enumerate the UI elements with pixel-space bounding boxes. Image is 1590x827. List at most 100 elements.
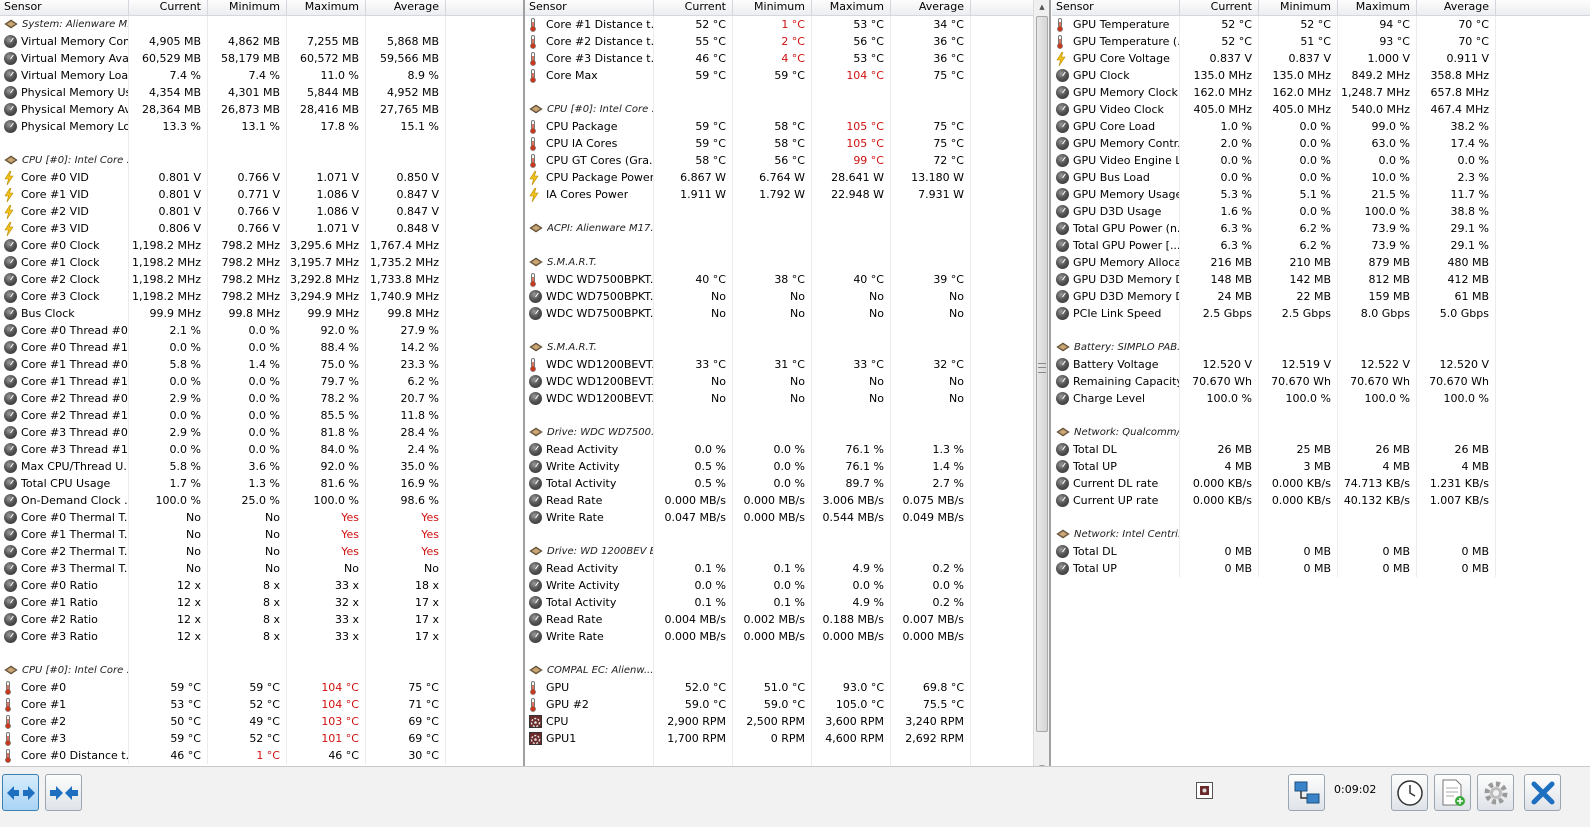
sensor-row[interactable]: Core #3 Clock 1,198.2 MHz 798.2 MHz 3,294.9…	[0, 288, 524, 305]
expand-columns-button[interactable]	[2, 774, 39, 811]
sensor-row[interactable]: Core #1 Thread #0... 5.8 % 1.4 % 75.0 % 23.3…	[0, 356, 524, 373]
sensor-row[interactable]: GPU Memory Clock 162.0 MHz 162.0 MHz 1,248.…	[1052, 84, 1590, 101]
sensor-row[interactable]: Core #2 50 °C 49 °C 103 °C 69 °C	[0, 713, 524, 730]
sensor-row[interactable]: Core #2 Thread #0... 2.9 % 0.0 % 78.2 % 20.7…	[0, 390, 524, 407]
sensor-row[interactable]: Core #0 Thermal T... No No Yes Yes	[0, 509, 524, 526]
sensor-row[interactable]: Charge Level 100.0 % 100.0 % 100.0 % 100.0 %	[1052, 390, 1590, 407]
sensor-row[interactable]: Current UP rate 0.000 KB/s 0.000 KB/s 40.13…	[1052, 492, 1590, 509]
sensor-row[interactable]: Core #2 VID 0.801 V 0.766 V 1.086 V 0.847 V	[0, 203, 524, 220]
sensor-group-header[interactable]: Network: Intel Centri...	[1052, 526, 1590, 543]
sensor-row[interactable]: Core #2 Ratio 12 x8 x 33 x 17 x	[0, 611, 524, 628]
sensor-row[interactable]: Total Activity 0.5 % 0.0 % 89.7 % 2.7 %	[525, 475, 1033, 492]
column-header-current[interactable]: Current	[129, 0, 208, 15]
sensor-row[interactable]: Write Rate 0.047 MB/s 0.000 MB/s 0.544 MB/s…	[525, 509, 1033, 526]
sensor-row[interactable]: Core #0 59 °C 59 °C 104 °C 75 °C	[0, 679, 524, 696]
column-header-average[interactable]: Average	[366, 0, 446, 15]
sensor-row[interactable]: Write Rate 0.000 MB/s 0.000 MB/s 0.000 MB/s…	[525, 628, 1033, 645]
sensor-row[interactable]: Core #3 Distance t... 46 °C 4 °C 53 °C 36 °C	[525, 50, 1033, 67]
sensor-row[interactable]: Read Rate 0.004 MB/s 0.002 MB/s 0.188 MB/s 0…	[525, 611, 1033, 628]
sensor-row[interactable]: Core #0 Thread #1... 0.0 % 0.0 % 88.4 % 14.2…	[0, 339, 524, 356]
network-button[interactable]	[1288, 774, 1325, 811]
sensor-row[interactable]: Total Activity 0.1 % 0.1 % 4.9 % 0.2 %	[525, 594, 1033, 611]
sensor-row[interactable]: On-Demand Clock ... 100.0 % 25.0 % 100.0 % 9…	[0, 492, 524, 509]
sensor-row[interactable]: GPU Bus Load 0.0 % 0.0 % 10.0 % 2.3 %	[1052, 169, 1590, 186]
sensor-row[interactable]: Core #1 Ratio 12 x8 x 32 x 17 x	[0, 594, 524, 611]
sensor-row[interactable]: WDC WD1200BEVT... 33 °C 31 °C 33 °C 32 °C	[525, 356, 1033, 373]
sensor-row[interactable]: Core #1 Clock 1,198.2 MHz 798.2 MHz 3,195.7…	[0, 254, 524, 271]
sensor-row[interactable]: Current DL rate 0.000 KB/s 0.000 KB/s 74.71…	[1052, 475, 1590, 492]
scrollbar-thumb[interactable]	[1036, 16, 1048, 732]
sensor-row[interactable]: WDC WD7500BPKT... 40 °C 38 °C 40 °C 39 °C	[525, 271, 1033, 288]
sensor-row[interactable]: Read Rate 0.000 MB/s 0.000 MB/s 3.006 MB/s 0…	[525, 492, 1033, 509]
sensor-group-header[interactable]: Battery: SIMPLO PAB...	[1052, 339, 1590, 356]
vertical-scrollbar[interactable]: ▲ ▼	[1033, 0, 1050, 776]
sensor-row[interactable]: Core #0 Clock 1,198.2 MHz 798.2 MHz 3,295.6…	[0, 237, 524, 254]
add-report-button[interactable]	[1434, 774, 1471, 811]
sensor-group-header[interactable]: S.M.A.R.T.	[525, 339, 1033, 356]
sensor-row[interactable]: Core #3 Ratio 12 x8 x 33 x 17 x	[0, 628, 524, 645]
sensor-row[interactable]: PCIe Link Speed 2.5 Gbps 2.5 Gbps 8.0 Gbps 5…	[1052, 305, 1590, 322]
column-header-minimum[interactable]: Minimum	[1259, 0, 1338, 15]
sensor-row[interactable]: Core #1 Thread #1... 0.0 % 0.0 % 79.7 % 6.2 …	[0, 373, 524, 390]
sensor-row[interactable]: Remaining Capacity 70.670 Wh 70.670 Wh 70.6…	[1052, 373, 1590, 390]
sensor-row[interactable]: GPU Memory Usage 5.3 % 5.1 % 21.5 % 11.7 %	[1052, 186, 1590, 203]
sensor-row[interactable]: CPU GT Cores (Gra... 58 °C 56 °C 99 °C 72 °C	[525, 152, 1033, 169]
sensor-row[interactable]: GPU1 1,700 RPM 0 RPM 4,600 RPM 2,692 RPM	[525, 730, 1033, 747]
sensor-row[interactable]: CPU Package Power 6.867 W 6.764 W 28.641 W1…	[525, 169, 1033, 186]
sensor-row[interactable]: GPU Memory Contr... 2.0 % 0.0 % 63.0 % 17.4 …	[1052, 135, 1590, 152]
sensor-row[interactable]: Core #2 Thread #1... 0.0 % 0.0 % 85.5 % 11.8…	[0, 407, 524, 424]
sensor-row[interactable]: GPU Video Engine L...0.0 %0.0 %0.0 %0.0 …	[1052, 152, 1590, 169]
sensor-row[interactable]: Core #3 Thermal T... No No No No	[0, 560, 524, 577]
sensor-row[interactable]: Core #1 Thermal T... No No Yes Yes	[0, 526, 524, 543]
sensor-row[interactable]: GPU D3D Usage 1.6 % 0.0 % 100.0 % 38.8 %	[1052, 203, 1590, 220]
sensor-row[interactable]: Virtual Memory Com...4,905 MB4,862 MB7,2…	[0, 33, 524, 50]
sensor-row[interactable]: Physical Memory Load13.3 %13.1 %17.8 %15…	[0, 118, 524, 135]
sensor-row[interactable]: GPU Core Voltage 0.837 V 0.837 V 1.000 V 0.9…	[1052, 50, 1590, 67]
sensor-group-header[interactable]: System: Alienware M...	[0, 16, 524, 33]
clock-button[interactable]	[1391, 774, 1428, 811]
sensor-row[interactable]: Core #3 Thread #1... 0.0 % 0.0 % 84.0 % 2.4 …	[0, 441, 524, 458]
sensor-row[interactable]: Total DL 0 MB 0 MB 0 MB 0 MB	[1052, 543, 1590, 560]
sensor-row[interactable]: Core #1 Distance t... 52 °C 1 °C 53 °C 34 °C	[525, 16, 1033, 33]
sensor-group-header[interactable]: COMPAL EC: Alienw...	[525, 662, 1033, 679]
sensor-row[interactable]: GPU Core Load 1.0 % 0.0 % 99.0 % 38.2 %	[1052, 118, 1590, 135]
sensor-panel-middle[interactable]: Sensor Current Minimum Maximum Average C…	[525, 0, 1033, 776]
sensor-row[interactable]: Bus Clock 99.9 MHz 99.8 MHz 99.9 MHz 99.8 MH…	[0, 305, 524, 322]
sensor-row[interactable]: Virtual Memory Avai...60,529 MB58,179 MB…	[0, 50, 524, 67]
column-header-minimum[interactable]: Minimum	[208, 0, 287, 15]
sensor-row[interactable]: GPU Memory Alloca...216 MB210 MB879 MB48…	[1052, 254, 1590, 271]
column-header-minimum[interactable]: Minimum	[733, 0, 812, 15]
sensor-row[interactable]: Max CPU/Thread U... 5.8 % 3.6 % 92.0 % 35.0 …	[0, 458, 524, 475]
sensor-row[interactable]: Core Max 59 °C 59 °C 104 °C 75 °C	[525, 67, 1033, 84]
sensor-row[interactable]: GPU Temperature 52 °C 52 °C 94 °C 70 °C	[1052, 16, 1590, 33]
sensor-row[interactable]: Core #0 Ratio 12 x8 x 33 x 18 x	[0, 577, 524, 594]
sensor-group-header[interactable]: S.M.A.R.T.	[525, 254, 1033, 271]
sensor-row[interactable]: GPU Clock 135.0 MHz 135.0 MHz 849.2 MHz 358.…	[1052, 67, 1590, 84]
column-header-current[interactable]: Current	[1180, 0, 1259, 15]
column-header-average[interactable]: Average	[1417, 0, 1496, 15]
sensor-row[interactable]: Read Activity 0.0 % 0.0 % 76.1 % 1.3 %	[525, 441, 1033, 458]
sensor-row[interactable]: GPU #2 59.0 °C 59.0 °C 105.0 °C 75.5 °C	[525, 696, 1033, 713]
sensor-row[interactable]: GPU Temperature (... 52 °C 51 °C 93 °C 70 °C	[1052, 33, 1590, 50]
sensor-row[interactable]: Core #0 Distance t... 46 °C 1 °C 46 °C 30 °C	[0, 747, 524, 764]
sensor-row[interactable]: Total UP 4 MB 3 MB 4 MB 4 MB	[1052, 458, 1590, 475]
sensor-group-header[interactable]: ACPI: Alienware M17...	[525, 220, 1033, 237]
sensor-row[interactable]: Core #0 Thread #0... 2.1 % 0.0 % 92.0 % 27.9…	[0, 322, 524, 339]
sensor-row[interactable]: Total GPU Power (n... 6.3 % 6.2 % 73.9 % 29.…	[1052, 220, 1590, 237]
sensor-panel-right[interactable]: Sensor Current Minimum Maximum Average G…	[1052, 0, 1590, 776]
sensor-panel-left[interactable]: Sensor Current Minimum Maximum Average S…	[0, 0, 524, 776]
sensor-row[interactable]: Physical Memory Av...28,364 MB26,873 MB2…	[0, 101, 524, 118]
column-header-sensor[interactable]: Sensor	[1052, 0, 1180, 15]
column-header-average[interactable]: Average	[891, 0, 971, 15]
sensor-row[interactable]: Core #1 VID 0.801 V 0.771 V 1.086 V 0.847 V	[0, 186, 524, 203]
sensor-row[interactable]: IA Cores Power 1.911 W 1.792 W 22.948 W 7.93…	[525, 186, 1033, 203]
sensor-group-header[interactable]: CPU [#0]: Intel Core ...	[0, 152, 524, 169]
sensor-row[interactable]: Core #3 VID 0.806 V 0.766 V 1.071 V 0.848 V	[0, 220, 524, 237]
sensor-row[interactable]: GPU D3D Memory D...148 MB142 MB812 MB412…	[1052, 271, 1590, 288]
sensor-row[interactable]: Core #3 Thread #0... 2.9 % 0.0 % 81.8 % 28.4…	[0, 424, 524, 441]
settings-button[interactable]	[1477, 774, 1514, 811]
sensor-row[interactable]: Core #3 59 °C 52 °C 101 °C 69 °C	[0, 730, 524, 747]
sensor-row[interactable]: GPU Video Clock 405.0 MHz 405.0 MHz 540.0 M…	[1052, 101, 1590, 118]
sensor-row[interactable]: Total CPU Usage 1.7 % 1.3 % 81.6 % 16.9 %	[0, 475, 524, 492]
sensor-row[interactable]: Write Activity 0.5 % 0.0 % 76.1 % 1.4 %	[525, 458, 1033, 475]
